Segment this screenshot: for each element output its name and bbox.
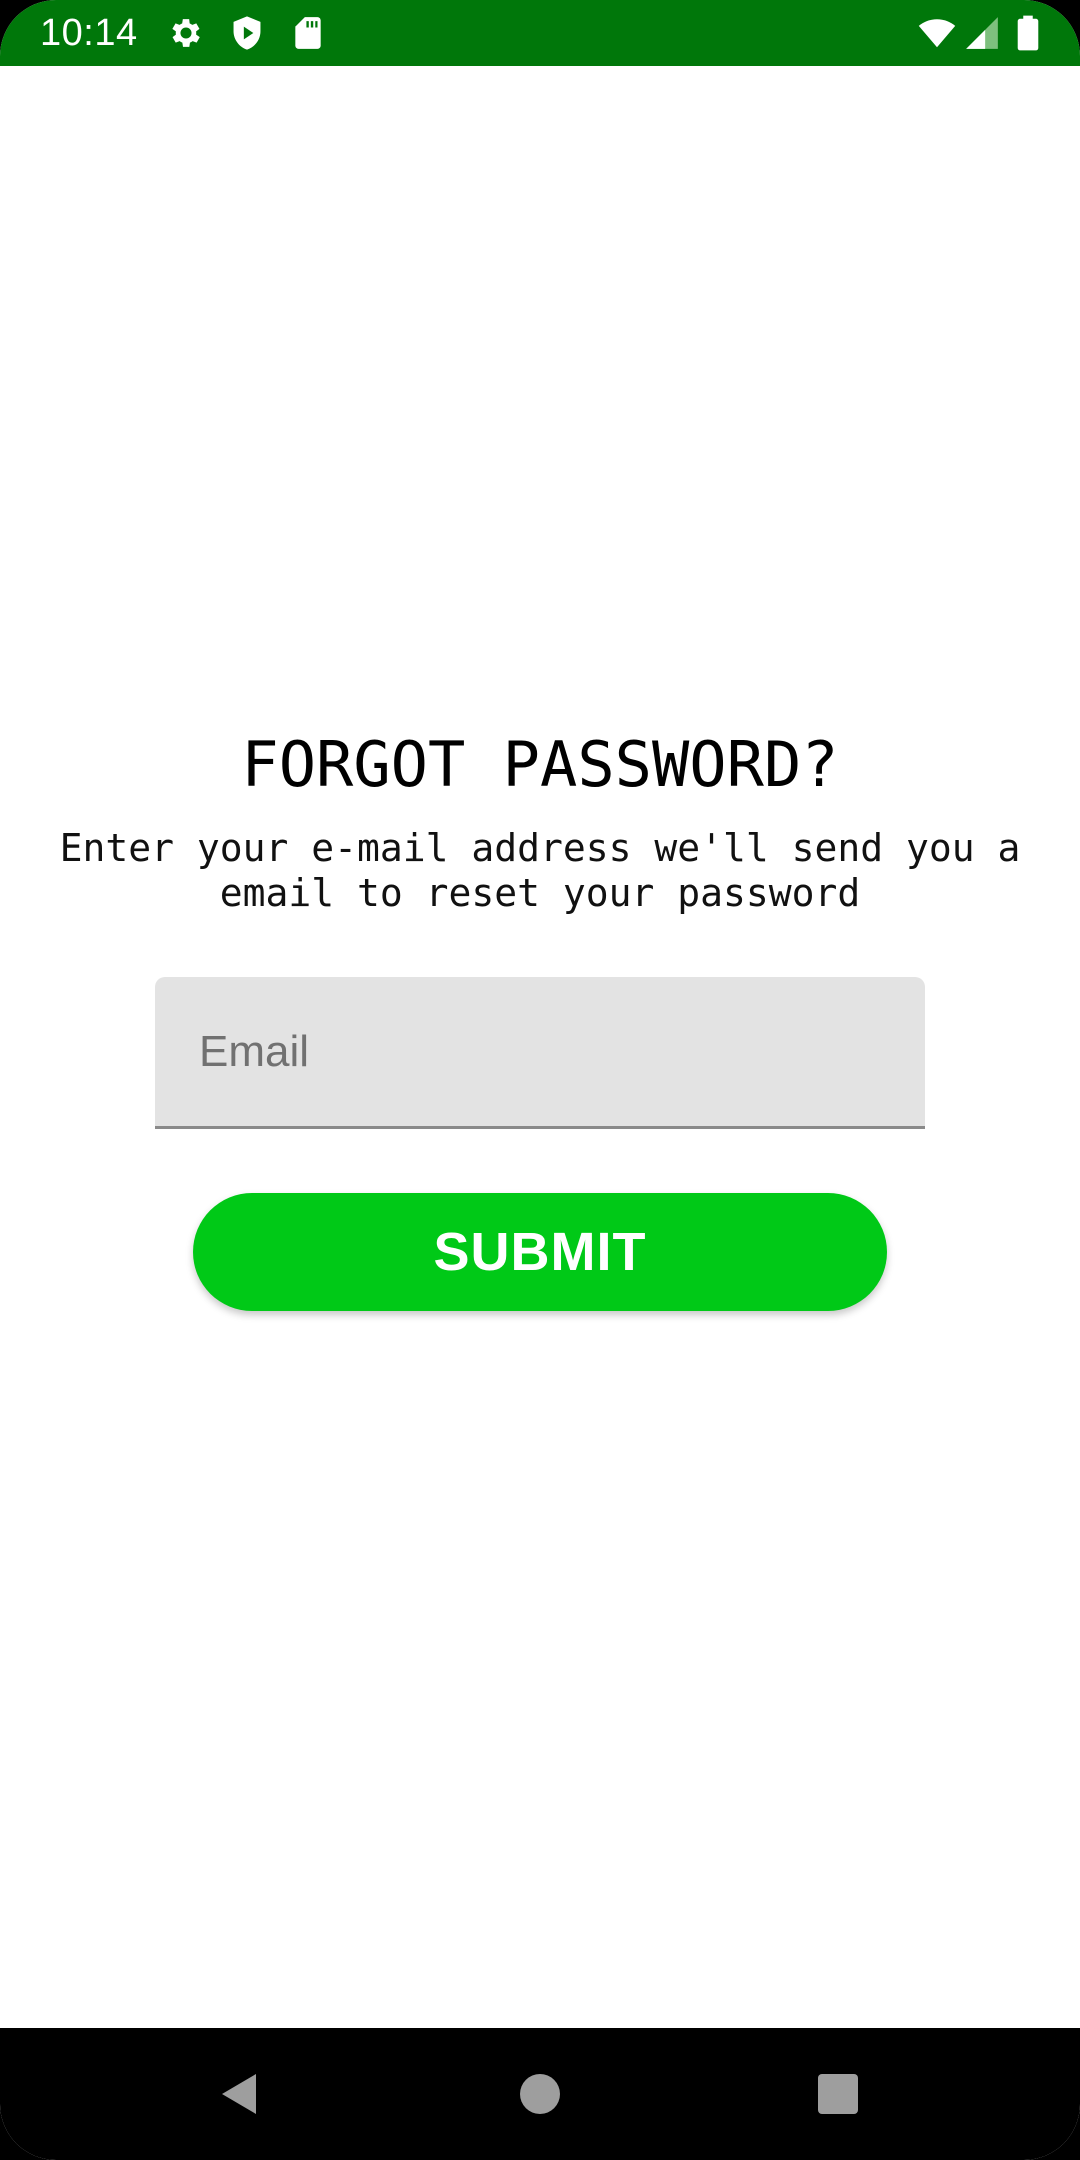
battery-icon <box>1012 14 1044 52</box>
cell-signal-icon <box>962 14 1002 52</box>
status-time: 10:14 <box>40 12 138 54</box>
email-input[interactable] <box>199 977 899 1126</box>
app-screen: 10:14 FORGOT PASSWORD? Enter your e-mail… <box>0 0 1080 2160</box>
sd-card-icon <box>289 14 327 52</box>
recents-icon[interactable] <box>814 2070 862 2118</box>
page-subtitle: Enter your e-mail address we'll send you… <box>59 826 1021 915</box>
page-title: FORGOT PASSWORD? <box>241 728 839 801</box>
status-bar: 10:14 <box>0 0 1080 66</box>
submit-button[interactable]: SUBMIT <box>193 1193 887 1311</box>
settings-icon <box>167 14 205 52</box>
shield-play-icon <box>228 14 266 52</box>
email-field[interactable] <box>155 977 925 1129</box>
home-icon[interactable] <box>516 2070 564 2118</box>
wifi-icon <box>916 14 958 52</box>
back-icon[interactable] <box>216 2070 264 2118</box>
